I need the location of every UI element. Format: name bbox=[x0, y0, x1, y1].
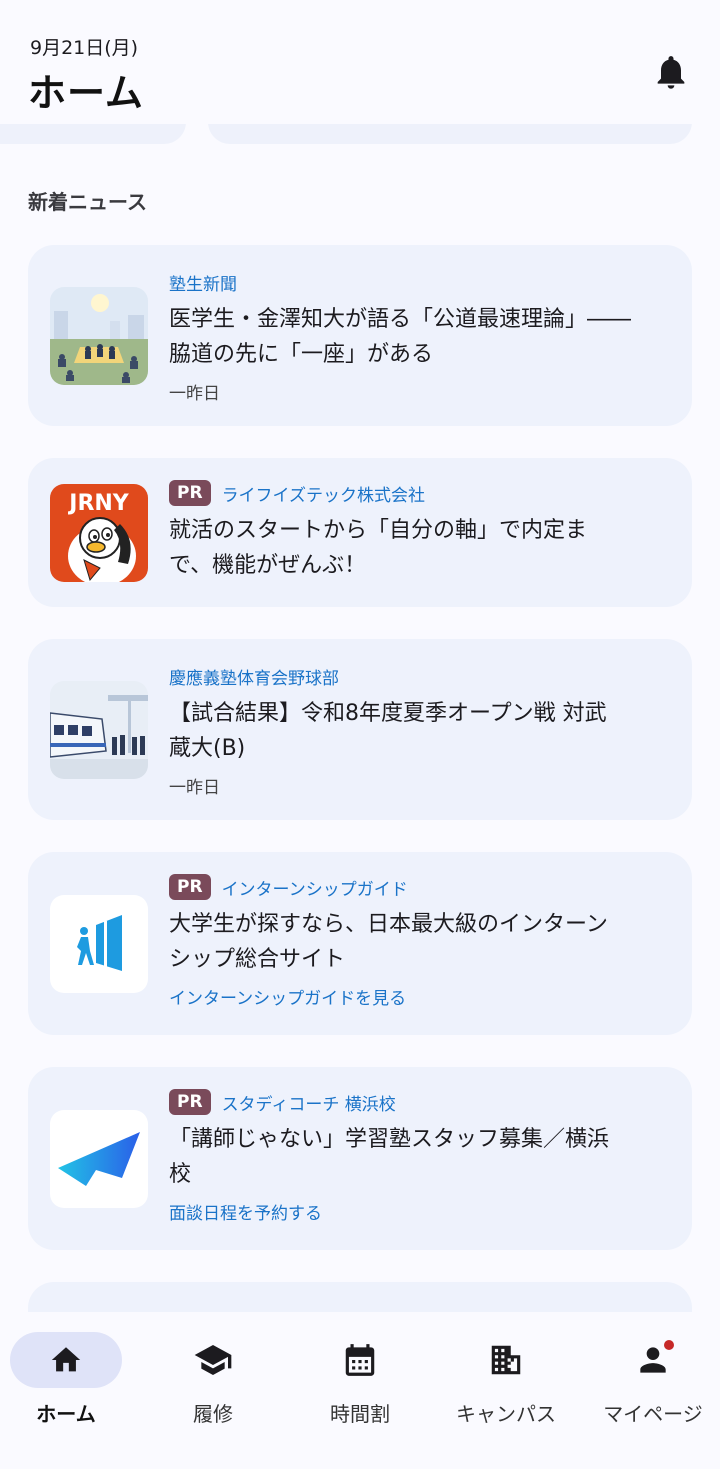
current-date: 9月21日(月) bbox=[30, 37, 139, 59]
studycoach-logo bbox=[50, 1110, 148, 1208]
news-card[interactable]: 塾生新聞 医学生・金澤知大が語る「公道最速理論」―― 脇道の先に「一座」がある … bbox=[28, 245, 692, 426]
news-card-pr[interactable]: PR スタディコーチ 横浜校 「講師じゃない」学習塾スタッフ募集／横浜 校 面談… bbox=[28, 1067, 692, 1250]
news-content: PR ライフイズテック株式会社 就活のスタートから「自分の軸」で内定ま で、機能… bbox=[169, 480, 672, 583]
nav-mypage[interactable]: マイページ bbox=[581, 1332, 720, 1442]
news-source: 慶應義塾体育会野球部 bbox=[169, 668, 339, 689]
news-headline: 就活のスタートから「自分の軸」で内定ま で、機能がぜんぶ！ bbox=[169, 518, 588, 578]
internship-guide-logo bbox=[50, 895, 148, 993]
nav-label: キャンパス bbox=[456, 1402, 556, 1426]
train-station-illustration bbox=[50, 681, 148, 779]
graduation-cap-icon bbox=[157, 1332, 269, 1388]
ad-cta-link[interactable]: インターンシップガイドを見る bbox=[169, 984, 672, 1009]
pr-badge: PR bbox=[169, 480, 211, 506]
news-card-pr[interactable]: PR インターンシップガイド 大学生が探すなら、日本最大級のインターン シップ総… bbox=[28, 852, 692, 1035]
jrny-logo-text: JRNY bbox=[67, 491, 130, 516]
nav-label: 時間割 bbox=[330, 1402, 390, 1426]
bottom-navigation: ホーム 履修 時間割 キャンパス マイページ bbox=[0, 1312, 720, 1469]
news-source: インターンシップガイド bbox=[221, 879, 408, 900]
page-title: ホーム bbox=[28, 71, 144, 115]
ad-cta-link[interactable]: 面談日程を予約する bbox=[169, 1199, 672, 1224]
nav-label: ホーム bbox=[36, 1402, 96, 1426]
pr-badge: PR bbox=[169, 874, 211, 900]
news-headline: 【試合結果】令和8年度夏季オープン戦 対武 蔵大(B) bbox=[169, 701, 607, 761]
app-header: 9月21日(月) ホーム bbox=[0, 0, 720, 124]
news-headline: 「講師じゃない」学習塾スタッフ募集／横浜 校 bbox=[169, 1127, 610, 1187]
news-content: 塾生新聞 医学生・金澤知大が語る「公道最速理論」―― 脇道の先に「一座」がある … bbox=[169, 269, 672, 405]
nav-label: マイページ bbox=[603, 1402, 703, 1426]
news-card[interactable]: 慶應義塾体育会野球部 【試合結果】令和8年度夏季オープン戦 対武 蔵大(B) 一… bbox=[28, 639, 692, 820]
pr-badge: PR bbox=[169, 1089, 211, 1115]
nav-campus[interactable]: キャンパス bbox=[434, 1332, 578, 1442]
nav-courses[interactable]: 履修 bbox=[141, 1332, 285, 1442]
nav-label: 履修 bbox=[193, 1402, 233, 1426]
news-timestamp: 一昨日 bbox=[169, 384, 220, 404]
news-card-pr[interactable]: JRNY PR ライフイズテック株式会社 就活のスタートから「自分の軸」で内定ま… bbox=[28, 458, 692, 607]
nav-home[interactable]: ホーム bbox=[0, 1332, 138, 1442]
news-timestamp: 一昨日 bbox=[169, 778, 220, 798]
bell-icon[interactable] bbox=[651, 52, 691, 92]
news-content: 慶應義塾体育会野球部 【試合結果】令和8年度夏季オープン戦 対武 蔵大(B) 一… bbox=[169, 663, 672, 799]
news-thumbnail bbox=[50, 287, 148, 385]
jrny-penguin-logo: JRNY bbox=[50, 484, 148, 582]
news-headline: 大学生が探すなら、日本最大級のインターン シップ総合サイト bbox=[169, 912, 608, 972]
students-sitting-outdoors-illustration bbox=[50, 287, 148, 385]
news-section-title: 新着ニュース bbox=[28, 190, 147, 214]
news-source: 塾生新聞 bbox=[169, 274, 237, 295]
nav-timetable[interactable]: 時間割 bbox=[288, 1332, 432, 1442]
home-icon bbox=[10, 1332, 122, 1388]
notification-badge bbox=[664, 1340, 674, 1350]
news-source: スタディコーチ 横浜校 bbox=[221, 1094, 396, 1115]
news-source: ライフイズテック株式会社 bbox=[221, 485, 426, 506]
calendar-icon bbox=[304, 1332, 416, 1388]
news-content: PR スタディコーチ 横浜校 「講師じゃない」学習塾スタッフ募集／横浜 校 面談… bbox=[169, 1089, 672, 1224]
building-icon bbox=[450, 1332, 562, 1388]
news-content: PR インターンシップガイド 大学生が探すなら、日本最大級のインターン シップ総… bbox=[169, 874, 672, 1009]
person-icon bbox=[597, 1332, 709, 1388]
news-headline: 医学生・金澤知大が語る「公道最速理論」―― 脇道の先に「一座」がある bbox=[169, 307, 632, 367]
